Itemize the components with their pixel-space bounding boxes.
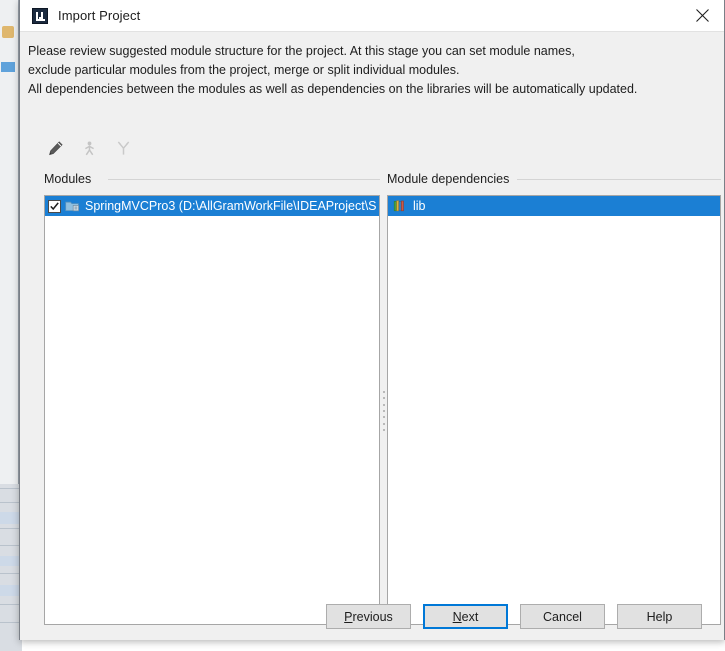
module-list-item-label: SpringMVCPro3 (D:\AllGramWorkFile\IDEAPr… [85, 199, 377, 213]
previous-button-label: revious [352, 609, 393, 624]
edit-pencil-icon[interactable] [44, 137, 66, 159]
dialog-description: Please review suggested module structure… [28, 42, 714, 99]
merge-modules-icon [78, 137, 100, 159]
split-module-icon [112, 137, 134, 159]
dialog-body: Please review suggested module structure… [20, 32, 724, 640]
previous-button-accel: P [344, 609, 353, 624]
import-project-dialog: Import Project Please review suggested m… [19, 0, 725, 640]
modules-group-label: Modules [44, 172, 98, 186]
dependency-list-item[interactable]: lib [388, 196, 720, 216]
description-line-1: Please review suggested module structure… [28, 44, 575, 58]
intellij-idea-icon [32, 7, 48, 24]
dependencies-group-label: Module dependencies [387, 172, 516, 186]
previous-button[interactable]: Previous [326, 604, 411, 629]
modules-list[interactable]: SpringMVCPro3 (D:\AllGramWorkFile\IDEAPr… [44, 195, 380, 625]
library-icon [393, 199, 408, 214]
splitter-grip[interactable] [382, 391, 385, 431]
dialog-button-bar: Previous Next Cancel Help [20, 593, 724, 640]
description-line-3: All dependencies between the modules as … [28, 82, 638, 96]
dialog-title-bar: Import Project [20, 0, 724, 32]
dependency-list-item-label: lib [413, 199, 426, 213]
cancel-button[interactable]: Cancel [520, 604, 605, 629]
description-line-2: exclude particular modules from the proj… [28, 63, 460, 77]
next-button-accel: N [452, 609, 462, 624]
next-button[interactable]: Next [423, 604, 508, 629]
background-icon-blue [1, 62, 15, 72]
panel-splitter[interactable] [380, 195, 387, 625]
module-list-item[interactable]: SpringMVCPro3 (D:\AllGramWorkFile\IDEAPr… [45, 196, 379, 216]
close-icon[interactable] [680, 0, 724, 31]
dependencies-group-rule [517, 179, 721, 180]
module-checkbox[interactable] [48, 199, 61, 213]
next-button-label: ext [461, 609, 479, 624]
modules-toolbar [44, 137, 134, 159]
module-folder-icon [65, 199, 80, 214]
background-icon-orange [2, 26, 14, 38]
module-dependencies-list[interactable]: lib [387, 195, 721, 625]
modules-group-rule [108, 179, 380, 180]
help-button[interactable]: Help [617, 604, 702, 629]
dialog-title: Import Project [58, 8, 141, 23]
